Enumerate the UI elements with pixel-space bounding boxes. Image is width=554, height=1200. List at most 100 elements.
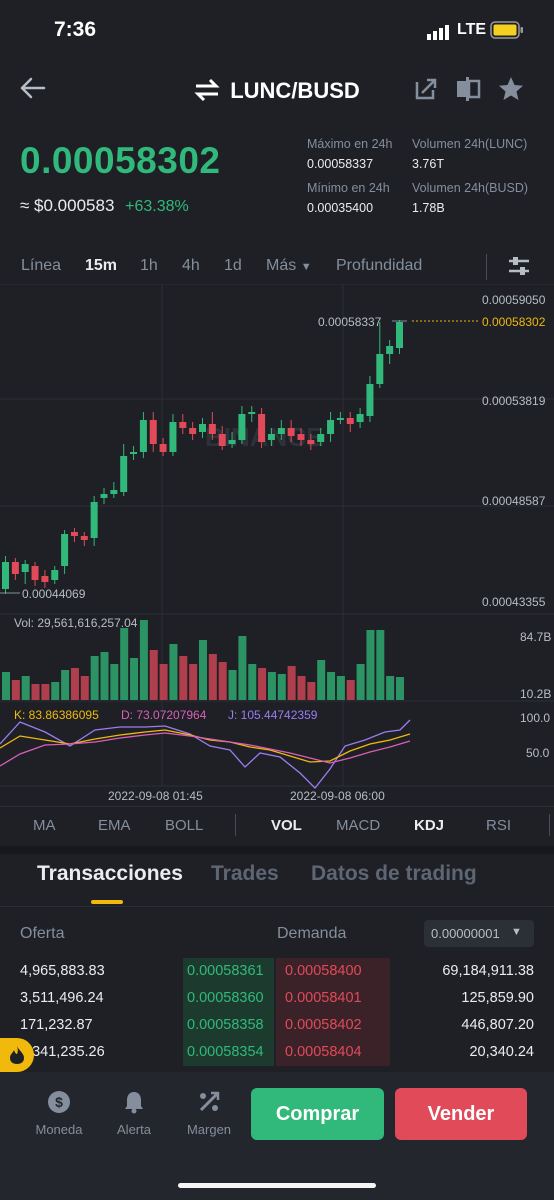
- tab-linea[interactable]: Línea: [21, 257, 61, 275]
- tab-4h[interactable]: 4h: [182, 257, 200, 275]
- indicator-ma[interactable]: MA: [33, 817, 56, 834]
- volume-bar: [336, 676, 345, 700]
- indicator-macd[interactable]: MACD: [336, 817, 380, 834]
- indicator-vol[interactable]: VOL: [271, 817, 302, 834]
- low-price-label: 0.00044069: [22, 587, 86, 601]
- candle: [356, 414, 364, 422]
- divider: [0, 906, 554, 907]
- ask-price: 0.00058402: [285, 1017, 362, 1033]
- tab-datos-trading[interactable]: Datos de trading: [311, 862, 477, 886]
- orderbook-row[interactable]: 3,511,496.24 0.00058360 0.00058401 125,8…: [0, 985, 554, 1012]
- candle: [100, 494, 108, 498]
- time-axis-label: 2022-09-08 06:00: [290, 789, 385, 803]
- divider: [0, 806, 554, 807]
- candlestick-chart[interactable]: BINANCE 0.00058337 0.00044069 0.00059050…: [0, 284, 554, 806]
- low-label: Mínimo en 24h: [307, 181, 390, 195]
- volume-bar: [317, 660, 326, 700]
- orderbook-row[interactable]: 1,341,235.26 0.00058354 0.00058404 20,34…: [0, 1039, 554, 1066]
- volume-bar: [199, 640, 207, 700]
- chart-settings-icon[interactable]: [507, 255, 531, 277]
- volume-bar: [11, 680, 20, 700]
- volume-bar: [100, 652, 109, 700]
- indicator-boll[interactable]: BOLL: [165, 817, 203, 834]
- volume-bar: [159, 664, 168, 700]
- nav-alerta-label: Alerta: [117, 1122, 151, 1137]
- kdj-axis-high: 100.0: [520, 711, 550, 725]
- bid-quantity: 171,232.87: [20, 1017, 93, 1033]
- vol-lunc-label: Volumen 24h(LUNC): [412, 137, 528, 151]
- signal-icon: [427, 25, 449, 40]
- precision-selector[interactable]: 0.00000001 ▼: [424, 920, 534, 947]
- low-value: 0.00035400: [307, 201, 374, 215]
- volume-bar: [258, 668, 267, 700]
- margin-percent-icon: [199, 1091, 220, 1112]
- tab-transacciones[interactable]: Transacciones: [37, 862, 183, 886]
- nav-margen[interactable]: Margen: [180, 1084, 238, 1137]
- volume-bar: [307, 682, 316, 700]
- last-price: 0.00058302: [20, 140, 221, 181]
- ask-quantity: 125,859.90: [461, 990, 534, 1006]
- candle: [218, 434, 226, 446]
- candle: [297, 434, 305, 440]
- volume-bar: [61, 670, 70, 700]
- volume-bar: [218, 662, 227, 700]
- volume-bar: [110, 664, 119, 700]
- vol-axis-low: 10.2B: [520, 687, 551, 701]
- volume-bar: [297, 676, 306, 700]
- kdj-j-label: J: 105.44742359: [228, 708, 318, 722]
- high-price-label: 0.00058337: [318, 315, 382, 329]
- nav-moneda-label: Moneda: [35, 1122, 83, 1137]
- caret-down-icon: ▼: [511, 926, 522, 938]
- nav-alerta[interactable]: Alerta: [106, 1084, 162, 1137]
- battery-icon: [490, 21, 523, 39]
- orderbook-row[interactable]: 4,965,883.83 0.00058361 0.00058400 69,18…: [0, 958, 554, 985]
- candle: [396, 322, 403, 348]
- sell-button[interactable]: Vender: [395, 1088, 527, 1140]
- favorite-star-icon[interactable]: [498, 76, 524, 102]
- volume-bar: [51, 682, 60, 700]
- candle: [90, 502, 98, 538]
- usd-price: ≈ $0.000583: [20, 196, 115, 215]
- volume-bar: [41, 684, 50, 700]
- current-price-tag: 0.00058302: [482, 315, 546, 329]
- precision-value: 0.00000001: [431, 926, 500, 941]
- indicator-rsi[interactable]: RSI: [486, 817, 511, 834]
- indicator-ema[interactable]: EMA: [98, 817, 131, 834]
- volume-bar: [287, 666, 296, 700]
- pair-name: LUNC/BUSD: [230, 78, 360, 103]
- status-time: 7:36: [54, 18, 97, 41]
- compare-icon[interactable]: [455, 76, 481, 102]
- ask-quantity: 69,184,911.38: [442, 963, 534, 979]
- volume-bar: [208, 654, 217, 700]
- floating-promo-button[interactable]: [0, 1038, 34, 1072]
- swap-icon: [194, 78, 220, 102]
- tab-profundidad[interactable]: Profundidad: [336, 257, 422, 275]
- volume-bar: [366, 630, 375, 700]
- tab-trades[interactable]: Trades: [211, 862, 279, 886]
- candle: [51, 570, 59, 580]
- buy-button[interactable]: Comprar: [251, 1088, 384, 1140]
- candle: [228, 440, 236, 444]
- volume-bar: [179, 656, 188, 700]
- price-axis-label: 0.00048587: [482, 494, 546, 508]
- candle: [31, 566, 39, 580]
- tab-1h[interactable]: 1h: [140, 257, 158, 275]
- indicator-kdj[interactable]: KDJ: [414, 817, 444, 834]
- candle: [277, 428, 285, 434]
- candle: [179, 422, 187, 428]
- share-icon[interactable]: [414, 77, 438, 101]
- candle: [317, 434, 325, 442]
- high-label: Máximo en 24h: [307, 137, 393, 151]
- volume-bar: [149, 650, 158, 700]
- orderbook-row[interactable]: 171,232.87 0.00058358 0.00058402 446,807…: [0, 1012, 554, 1039]
- vol-lunc-value: 3.76T: [412, 157, 444, 171]
- candle: [159, 444, 167, 452]
- tab-mas[interactable]: Más ▼: [266, 257, 312, 275]
- bid-quantity: 3,511,496.24: [20, 990, 104, 1006]
- tab-15m[interactable]: 15m: [85, 257, 117, 275]
- volume-bar: [267, 672, 276, 700]
- bid-price: 0.00058361: [187, 963, 264, 979]
- volume-bar: [356, 664, 365, 700]
- tab-1d[interactable]: 1d: [224, 257, 242, 275]
- nav-moneda[interactable]: $ Moneda: [30, 1084, 88, 1137]
